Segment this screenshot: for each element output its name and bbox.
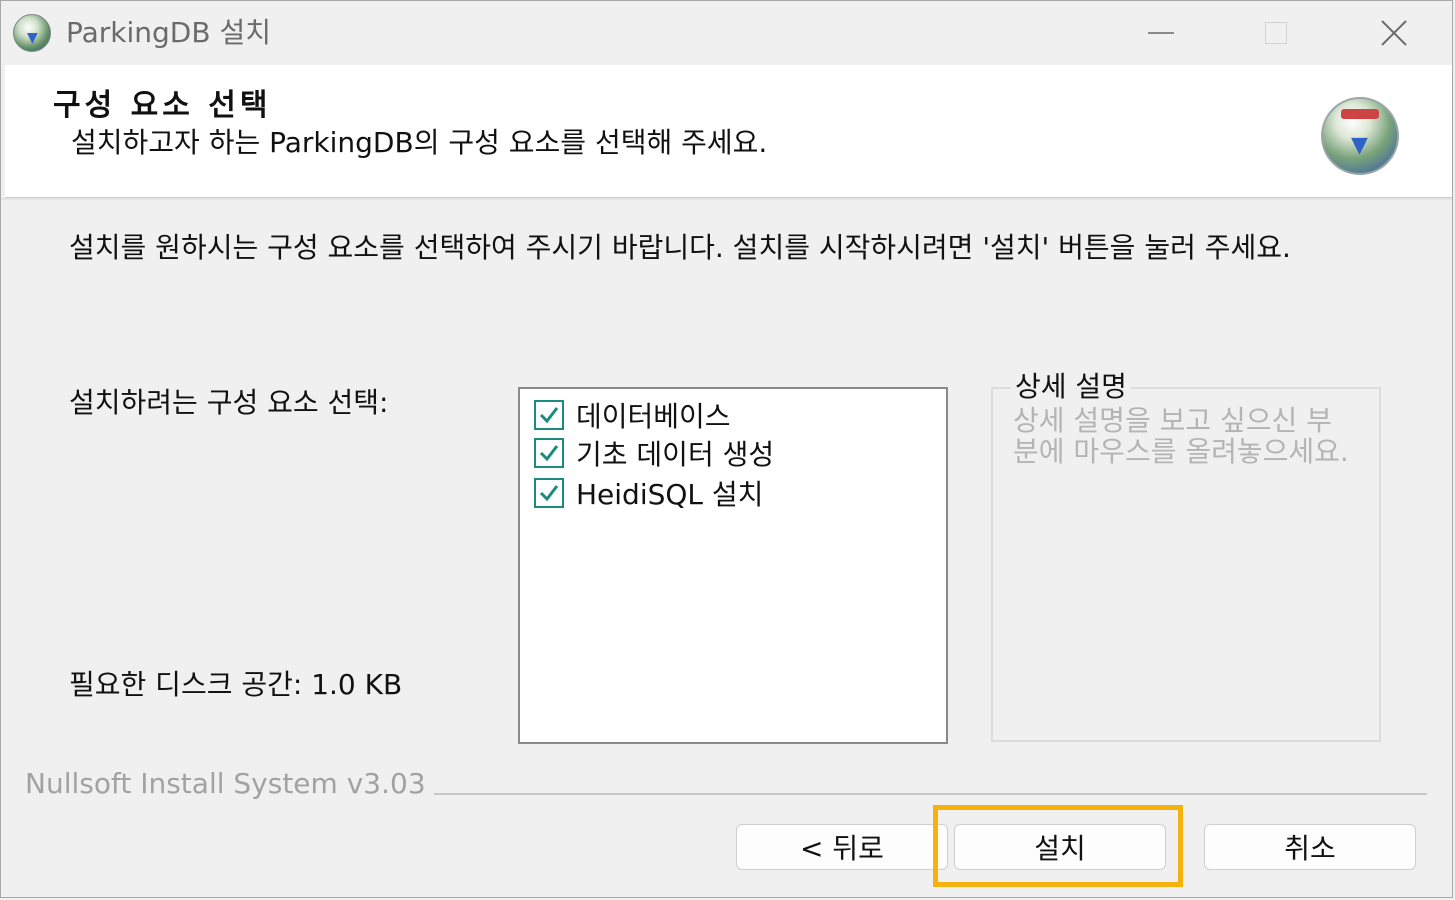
component-item-heidisql[interactable]: HeidiSQL 설치 bbox=[534, 475, 763, 511]
component-select-label: 설치하려는 구성 요소 선택: bbox=[69, 386, 389, 419]
page-title: 구성 요소 선택 bbox=[53, 88, 272, 123]
component-checkbox[interactable] bbox=[534, 438, 564, 468]
page-subtitle: 설치하고자 하는 ParkingDB의 구성 요소를 선택해 주세요. bbox=[71, 126, 768, 159]
app-globe-icon: ▼ bbox=[13, 14, 51, 52]
installer-globe-icon: ▼ bbox=[1321, 97, 1399, 175]
window-title: ParkingDB 설치 bbox=[66, 16, 272, 49]
minimize-button[interactable] bbox=[1131, 11, 1191, 55]
install-button[interactable]: 설치 bbox=[954, 824, 1166, 870]
maximize-button[interactable] bbox=[1246, 11, 1306, 55]
description-title: 상세 설명 bbox=[1011, 365, 1131, 405]
close-icon bbox=[1381, 20, 1407, 46]
header-panel: 구성 요소 선택 설치하고자 하는 ParkingDB의 구성 요소를 선택해 … bbox=[5, 65, 1452, 198]
branding-divider bbox=[433, 793, 1427, 795]
checkmark-icon bbox=[539, 445, 559, 462]
intro-text: 설치를 원하시는 구성 요소를 선택하여 주시기 바랍니다. 설치를 시작하시려… bbox=[69, 231, 1291, 264]
close-button[interactable] bbox=[1364, 11, 1424, 55]
component-label: 데이터베이스 bbox=[576, 400, 731, 433]
component-label: HeidiSQL 설치 bbox=[576, 478, 764, 511]
checkmark-icon bbox=[539, 407, 559, 424]
minimize-icon bbox=[1148, 32, 1174, 34]
component-tree[interactable]: 데이터베이스 기초 데이터 생성 HeidiSQL 설치 bbox=[518, 387, 948, 744]
description-text: 상세 설명을 보고 싶으신 부분에 마우스를 올려놓으세요. bbox=[1013, 404, 1349, 468]
back-button[interactable]: < 뒤로 bbox=[736, 824, 948, 870]
globe-label-icon bbox=[1341, 109, 1379, 119]
maximize-icon bbox=[1265, 22, 1287, 44]
header-divider bbox=[1, 198, 1452, 200]
cancel-button[interactable]: 취소 bbox=[1204, 824, 1416, 870]
title-bar[interactable]: ▼ ParkingDB 설치 bbox=[1, 1, 1452, 65]
branding-text: Nullsoft Install System v3.03 bbox=[25, 767, 434, 800]
download-arrow-icon: ▼ bbox=[1351, 133, 1368, 158]
checkmark-icon bbox=[539, 485, 559, 502]
component-item-database[interactable]: 데이터베이스 bbox=[534, 397, 731, 433]
component-item-seed-data[interactable]: 기초 데이터 생성 bbox=[534, 435, 774, 471]
component-label: 기초 데이터 생성 bbox=[576, 438, 775, 471]
installer-window: ▼ ParkingDB 설치 구성 요소 선택 설치하고자 하는 Parking… bbox=[0, 0, 1453, 898]
download-arrow-icon: ▼ bbox=[27, 30, 38, 46]
disk-space-label: 필요한 디스크 공간: 1.0 KB bbox=[69, 668, 403, 701]
component-checkbox[interactable] bbox=[534, 400, 564, 430]
component-checkbox[interactable] bbox=[534, 478, 564, 508]
